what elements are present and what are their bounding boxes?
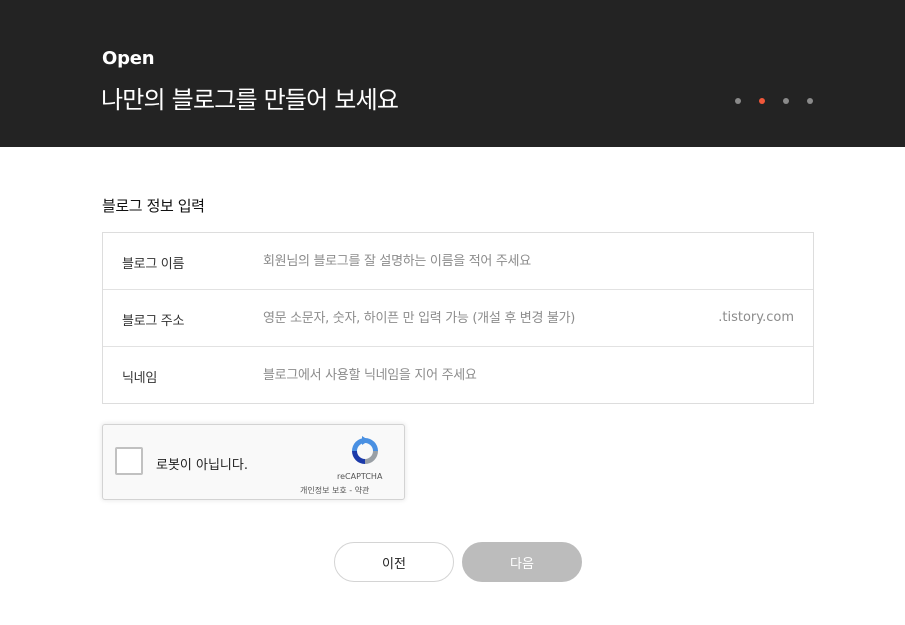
step-dot-1 <box>735 98 741 104</box>
step-dot-2-active <box>759 98 765 104</box>
recaptcha-label: 로봇이 아닙니다. <box>156 458 248 473</box>
blog-info-form: 블로그 이름 블로그 주소 .tistory.com 닉네임 <box>102 232 814 404</box>
nickname-input[interactable] <box>253 357 713 393</box>
form-row-nickname: 닉네임 <box>103 347 813 403</box>
blog-name-input[interactable] <box>253 243 713 279</box>
nickname-label: 닉네임 <box>122 371 157 386</box>
blog-name-label: 블로그 이름 <box>122 257 185 272</box>
step-dot-4 <box>807 98 813 104</box>
hero-kicker: Open <box>102 48 155 69</box>
recaptcha-widget: 로봇이 아닙니다. reCAPTCHA 개인정보 보호 - 약관 <box>102 424 405 500</box>
step-dot-3 <box>783 98 789 104</box>
recaptcha-checkbox[interactable] <box>115 447 143 475</box>
prev-button[interactable]: 이전 <box>334 542 454 582</box>
form-row-blog-address: 블로그 주소 .tistory.com <box>103 290 813 347</box>
recaptcha-logo-icon <box>352 436 378 464</box>
recaptcha-privacy-terms-link[interactable]: 개인정보 보호 - 약관 <box>300 485 369 496</box>
recaptcha-brand: reCAPTCHA <box>337 472 383 481</box>
hero-banner: Open 나만의 블로그를 만들어 보세요 <box>0 0 905 147</box>
blog-address-input[interactable] <box>253 300 713 336</box>
next-button[interactable]: 다음 <box>462 542 582 582</box>
blog-address-suffix: .tistory.com <box>718 310 794 325</box>
blog-address-label: 블로그 주소 <box>122 314 185 329</box>
step-indicator <box>735 98 831 104</box>
form-row-blog-name: 블로그 이름 <box>103 233 813 290</box>
section-title: 블로그 정보 입력 <box>102 197 205 215</box>
page-title: 나만의 블로그를 만들어 보세요 <box>101 86 399 114</box>
